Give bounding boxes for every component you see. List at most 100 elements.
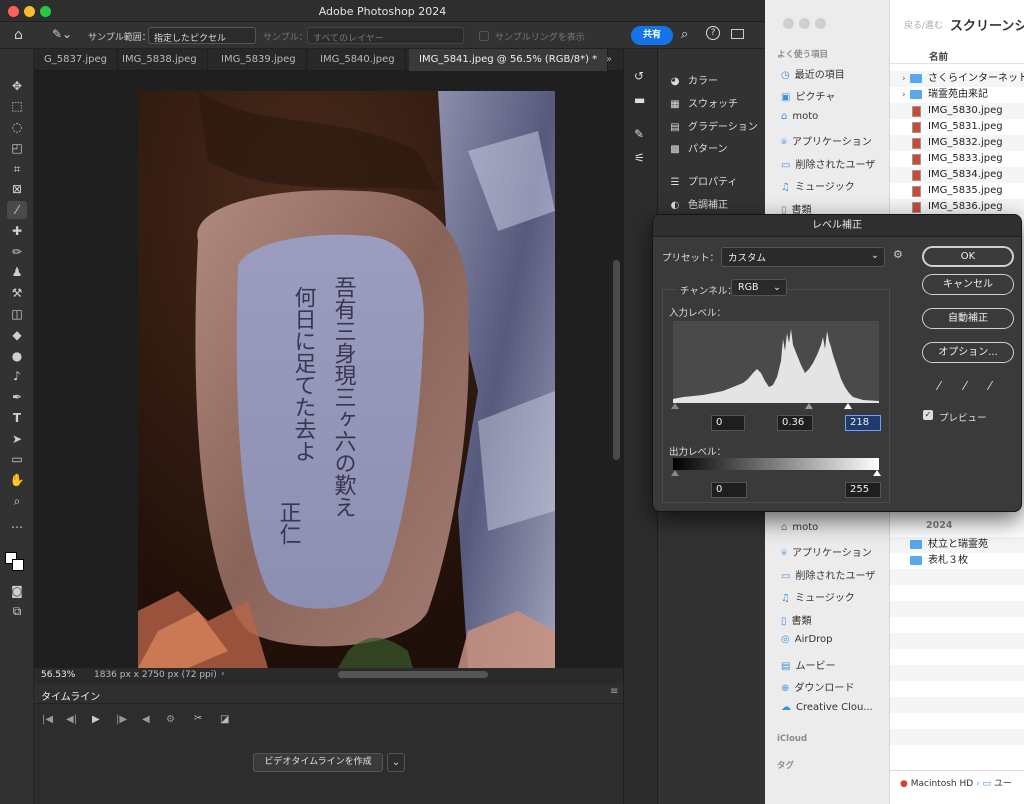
finder-close-button[interactable] bbox=[783, 18, 794, 29]
move-tool-icon[interactable]: ✥ bbox=[7, 77, 27, 95]
play-icon[interactable]: ▶ bbox=[92, 714, 100, 725]
screen-mode-icon[interactable]: ⧉ bbox=[7, 602, 27, 620]
sidebar-item-movies[interactable]: ▤ ムービー bbox=[781, 657, 835, 672]
list-item[interactable]: ›さくらインターネット調 bbox=[890, 71, 1024, 87]
help-icon[interactable]: ? bbox=[706, 26, 720, 40]
tab-img-5840[interactable]: IMG_5840.jpeg bbox=[310, 49, 406, 71]
list-item[interactable]: IMG_5831.jpeg bbox=[890, 119, 1024, 135]
black-point-eyedropper-icon[interactable]: ⁄ bbox=[938, 379, 940, 393]
create-video-timeline-button[interactable]: ビデオタイムラインを作成 bbox=[253, 753, 383, 772]
sidebar-item-deleted-users-2[interactable]: ▭ 削除されたユーザ bbox=[781, 567, 875, 582]
tab-img-5839[interactable]: IMG_5839.jpeg bbox=[211, 49, 307, 71]
comments-icon[interactable]: ▬ bbox=[634, 93, 645, 107]
blur-tool-icon[interactable]: ● bbox=[7, 347, 27, 365]
input-white-slider[interactable] bbox=[844, 403, 852, 409]
search-icon[interactable]: ⌕ bbox=[681, 27, 688, 42]
list-item[interactable]: IMG_5833.jpeg bbox=[890, 151, 1024, 167]
auto-button[interactable]: 自動補正 bbox=[922, 308, 1014, 329]
vertical-scrollbar[interactable] bbox=[613, 260, 620, 460]
panel-color[interactable]: ◕ カラー bbox=[668, 72, 718, 87]
zoom-tool-icon[interactable]: ⌕ bbox=[7, 492, 27, 510]
sidebar-item-creative-cloud[interactable]: ☁ Creative Clou... bbox=[781, 702, 873, 713]
history-icon[interactable]: ↺ bbox=[634, 69, 644, 83]
input-white-field[interactable]: 218 bbox=[845, 415, 881, 431]
background-color-swatch[interactable] bbox=[12, 559, 24, 571]
object-select-tool-icon[interactable]: ◰ bbox=[7, 139, 27, 157]
list-item[interactable]: IMG_5830.jpeg bbox=[890, 103, 1024, 119]
path-select-icon[interactable]: ➤ bbox=[7, 430, 27, 448]
sidebar-item-music[interactable]: ♫ ミュージック bbox=[781, 178, 855, 193]
preset-gear-icon[interactable]: ⚙ bbox=[893, 248, 903, 261]
horizontal-scrollbar[interactable] bbox=[338, 671, 488, 678]
stamp-tool-icon[interactable]: ♟ bbox=[7, 263, 27, 281]
eyedropper-tool-icon[interactable]: ✎⌄ bbox=[52, 27, 72, 41]
rectangle-tool-icon[interactable]: ▭ bbox=[7, 450, 27, 468]
audio-icon[interactable]: ◀ bbox=[142, 714, 150, 725]
input-black-field[interactable]: 0 bbox=[711, 415, 745, 431]
panel-adjustments[interactable]: ◐ 色調補正 bbox=[668, 196, 728, 211]
tabs-overflow-icon[interactable]: » bbox=[606, 54, 612, 65]
list-item[interactable]: IMG_5834.jpeg bbox=[890, 167, 1024, 183]
channel-select[interactable]: RGB ⌄ bbox=[731, 279, 787, 296]
eyedropper-icon[interactable]: ⁄ bbox=[7, 201, 27, 219]
finder-minimize-button[interactable] bbox=[799, 18, 810, 29]
eraser-tool-icon[interactable]: ◫ bbox=[7, 305, 27, 323]
dodge-tool-icon[interactable]: ♪ bbox=[7, 367, 27, 385]
output-black-slider[interactable] bbox=[671, 470, 679, 476]
list-item[interactable]: 表札３枚 bbox=[890, 553, 1024, 569]
gray-point-eyedropper-icon[interactable]: ⁄ bbox=[964, 379, 966, 393]
tab-img-5841[interactable]: IMG_5841.jpeg @ 56.5% (RGB/8*) * bbox=[409, 49, 609, 71]
quick-mask-icon[interactable]: ◙ bbox=[7, 582, 27, 600]
crop-tool-icon[interactable]: ⌗ bbox=[7, 160, 27, 178]
split-scissors-icon[interactable]: ✂ bbox=[194, 713, 202, 724]
healing-brush-icon[interactable]: ✚ bbox=[7, 222, 27, 240]
sidebar-item-recents[interactable]: ◷ 最近の項目 bbox=[781, 66, 845, 81]
share-button[interactable]: 共有 bbox=[631, 26, 673, 45]
white-point-eyedropper-icon[interactable]: ⁄ bbox=[989, 379, 991, 393]
preview-checkbox[interactable]: ✓ bbox=[923, 410, 933, 420]
transition-icon[interactable]: ◪ bbox=[220, 714, 229, 725]
list-item[interactable]: IMG_5836.jpeg bbox=[890, 199, 1024, 215]
preset-select[interactable]: カスタム ⌄ bbox=[721, 247, 885, 267]
panel-swatches[interactable]: ▦ スウォッチ bbox=[668, 95, 738, 110]
sample-range-select[interactable]: 指定したピクセル bbox=[148, 27, 256, 44]
name-column-header[interactable]: 名前 bbox=[929, 49, 948, 63]
input-gamma-slider[interactable] bbox=[805, 403, 813, 409]
lasso-tool-icon[interactable]: ◌ bbox=[7, 118, 27, 136]
settings-gear-icon[interactable]: ⚙ bbox=[166, 714, 175, 725]
sidebar-item-music-2[interactable]: ♫ ミュージック bbox=[781, 589, 855, 604]
input-gamma-field[interactable]: 0.36 bbox=[777, 415, 813, 431]
sampling-ring-checkbox[interactable] bbox=[479, 31, 489, 41]
tab-img-5838[interactable]: IMG_5838.jpeg bbox=[112, 49, 208, 71]
workspace-icon[interactable] bbox=[731, 29, 744, 39]
output-white-slider[interactable] bbox=[873, 470, 881, 476]
panel-properties[interactable]: ☰ プロパティ bbox=[668, 173, 738, 188]
tab-img-5837[interactable]: G_5837.jpeg bbox=[34, 49, 119, 71]
sidebar-item-moto[interactable]: ⌂ moto bbox=[781, 111, 818, 122]
disclosure-chevron-icon[interactable]: › bbox=[902, 87, 906, 103]
document-image[interactable]: 吾有三身現三ヶ六の歎え 何日に足てた去よ 正仁 bbox=[138, 91, 555, 668]
history-brush-icon[interactable]: ⚒ bbox=[7, 284, 27, 302]
sidebar-item-pictures[interactable]: ▣ ピクチャ bbox=[781, 88, 835, 103]
back-forward-label[interactable]: 戻る/進む bbox=[904, 18, 943, 31]
options-button[interactable]: オプション... bbox=[922, 342, 1014, 363]
prev-frame-icon[interactable]: ◀| bbox=[66, 714, 77, 725]
timeline-title[interactable]: タイムライン bbox=[41, 688, 100, 703]
sidebar-item-downloads[interactable]: ⊕ ダウンロード bbox=[781, 679, 854, 694]
list-item[interactable]: IMG_5832.jpeg bbox=[890, 135, 1024, 151]
brush-tool-icon[interactable]: ✏ bbox=[7, 243, 27, 261]
frame-tool-icon[interactable]: ⊠ bbox=[7, 180, 27, 198]
brush-settings-icon[interactable]: ✎ bbox=[634, 127, 644, 141]
adjust-sliders-icon[interactable]: ⚟ bbox=[634, 151, 645, 165]
path-disk[interactable]: Macintosh HD bbox=[911, 779, 973, 789]
sidebar-item-documents-2[interactable]: ▯ 書類 bbox=[781, 612, 812, 627]
list-item[interactable]: 杖立と瑞霊苑 bbox=[890, 537, 1024, 553]
sidebar-item-applications[interactable]: ⍟ アプリケーション bbox=[781, 133, 872, 148]
zoom-level[interactable]: 56.53% bbox=[41, 670, 75, 680]
panel-patterns[interactable]: ▩ パターン bbox=[668, 140, 727, 155]
path-users[interactable]: ユー bbox=[994, 779, 1012, 789]
panel-gradients[interactable]: ▤ グラデーション bbox=[668, 118, 758, 133]
marquee-tool-icon[interactable]: ⬚ bbox=[7, 97, 27, 115]
pen-tool-icon[interactable]: ✒ bbox=[7, 388, 27, 406]
list-item[interactable]: IMG_5835.jpeg bbox=[890, 183, 1024, 199]
